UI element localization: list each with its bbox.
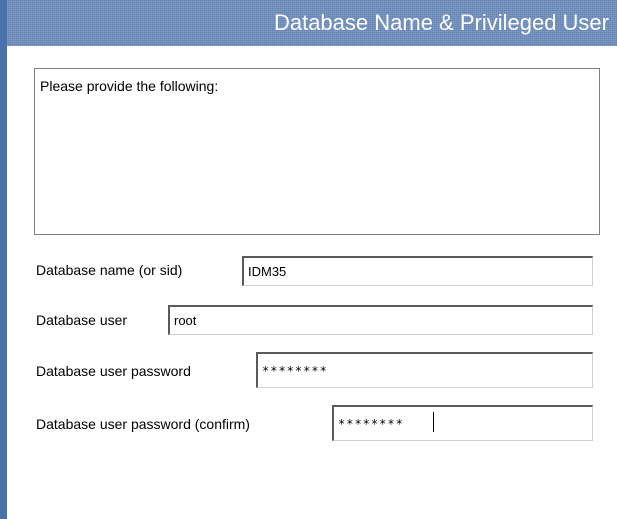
- panel-header: Database Name & Privileged User: [0, 0, 617, 46]
- left-accent-bar: [0, 0, 7, 519]
- database-password-confirm-field[interactable]: [332, 405, 593, 441]
- database-name-field[interactable]: [242, 256, 593, 286]
- wizard-panel: Database Name & Privileged User Please p…: [0, 0, 617, 519]
- database-user-label: Database user: [36, 312, 128, 328]
- database-password-confirm-label: Database user password (confirm): [36, 416, 250, 432]
- panel-title: Database Name & Privileged User: [273, 10, 609, 35]
- database-name-label: Database name (or sid): [36, 262, 183, 278]
- description-text: Please provide the following:: [40, 78, 219, 94]
- database-user-field[interactable]: [168, 305, 593, 335]
- database-password-field[interactable]: [256, 352, 593, 388]
- database-password-label: Database user password: [36, 363, 191, 379]
- text-cursor: [433, 412, 434, 432]
- description-box: Please provide the following:: [34, 68, 600, 235]
